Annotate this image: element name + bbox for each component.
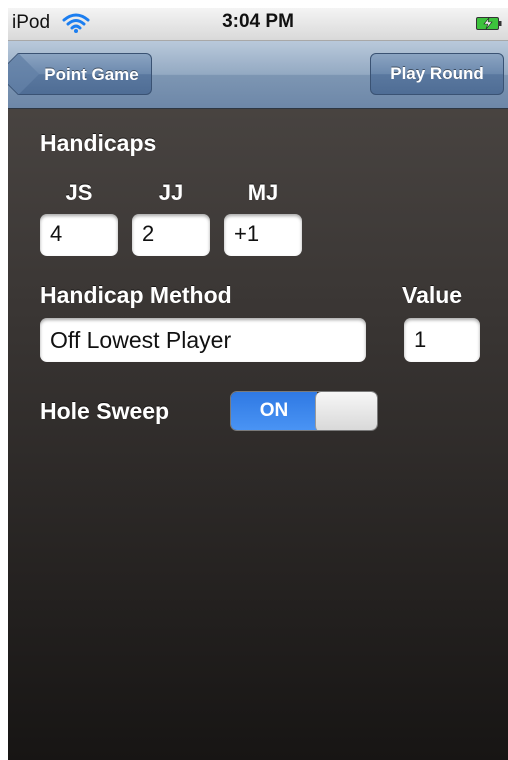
value-input[interactable]: 1 bbox=[404, 318, 480, 362]
toggle-knob[interactable] bbox=[315, 392, 377, 430]
handicaps-heading: Handicaps bbox=[40, 130, 157, 156]
handicap-method-field[interactable]: Off Lowest Player bbox=[40, 318, 366, 362]
handicap-method-label: Handicap Method bbox=[40, 282, 232, 308]
player-label-mj: MJ bbox=[247, 180, 279, 205]
value-label: Value bbox=[402, 282, 463, 308]
toggle-on-label: ON bbox=[231, 392, 317, 430]
player-label-js: JS bbox=[65, 180, 93, 205]
hole-sweep-label: Hole Sweep bbox=[40, 398, 170, 424]
handicap-input-mj[interactable]: +1 bbox=[224, 214, 302, 256]
handicap-input-js[interactable]: 4 bbox=[40, 214, 118, 256]
battery-charging-icon bbox=[476, 17, 502, 30]
status-time: 3:04 PM bbox=[222, 11, 294, 32]
navigation-bar: Point Game Play Round bbox=[8, 41, 508, 109]
back-button[interactable]: Point Game bbox=[18, 53, 152, 95]
status-bar: iPod 3:04 PM bbox=[8, 8, 508, 41]
handicap-input-jj[interactable]: 2 bbox=[132, 214, 210, 256]
back-button-label: Point Game bbox=[44, 65, 139, 84]
player-label-jj: JJ bbox=[158, 180, 184, 205]
hole-sweep-toggle[interactable]: ON bbox=[230, 391, 378, 431]
app-screen: iPod 3:04 PM Point Game Play Round Handi… bbox=[8, 8, 508, 760]
play-round-button[interactable]: Play Round bbox=[370, 53, 504, 95]
